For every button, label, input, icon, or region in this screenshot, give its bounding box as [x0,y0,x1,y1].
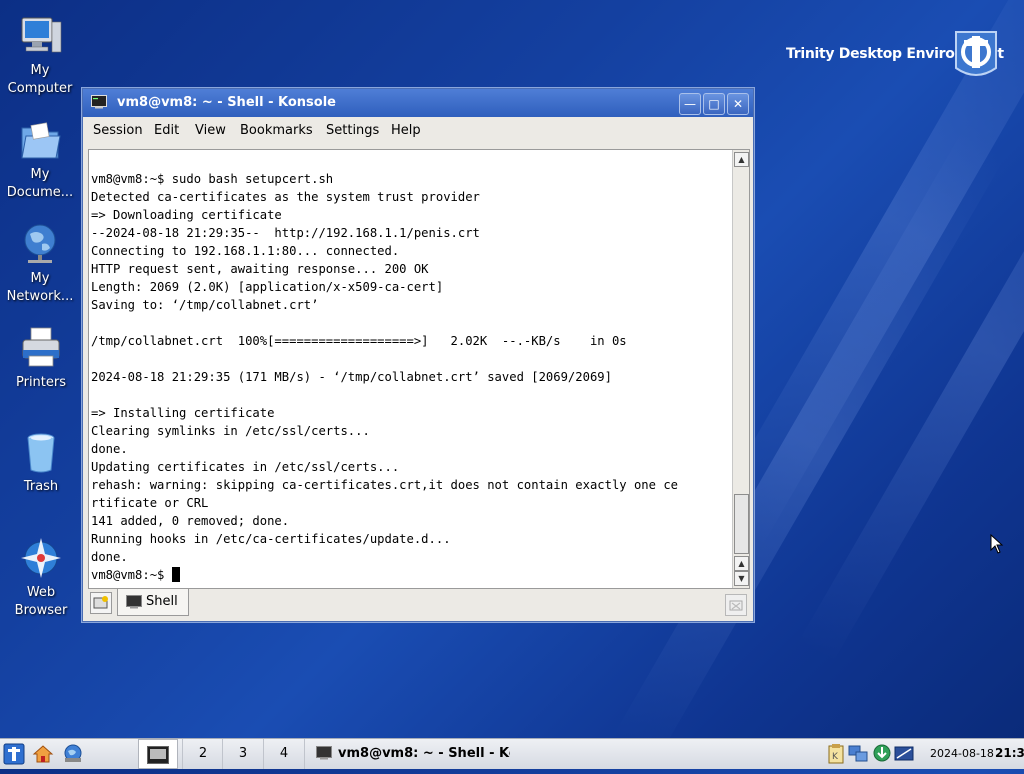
terminal-line: 2024-08-18 21:29:35 (171 MB/s) - ‘/tmp/c… [91,370,612,384]
tab-shell[interactable]: Shell [117,589,189,616]
terminal-area[interactable]: vm8@vm8:~$ sudo bash setupcert.sh Detect… [88,149,750,589]
klipper-tray-icon[interactable]: K [826,743,846,765]
computer-icon [16,14,64,60]
terminal-line: Updating certificates in /etc/ssl/certs.… [91,460,400,474]
scroll-up-button[interactable]: ▲ [734,152,749,167]
network-monitor-icon [64,744,82,762]
menu-settings[interactable]: Settings [326,123,379,138]
text-cursor [171,567,180,582]
wallpaper-streak [709,0,1024,549]
konsole-task-icon [316,746,332,764]
terminal-tab-icon [126,595,142,613]
desktop-icon-label: Computer [7,81,73,96]
menu-edit[interactable]: Edit [154,123,179,138]
scroll-down-button[interactable]: ▼ [734,571,749,586]
desktop-icon-label: Network... [6,289,74,304]
desktop-2-button[interactable]: 2 [182,739,223,769]
desktop-1-button[interactable] [138,739,178,769]
desktop-icon-label: Printers [15,375,67,390]
network-tray-icon[interactable] [848,743,868,765]
window-title: vm8@vm8: ~ - Shell - Konsole [117,95,336,110]
tab-label: Shell [146,594,178,609]
vertical-scrollbar[interactable]: ▲ ▲ ▼ [732,150,749,588]
terminal-line: Saving to: ‘/tmp/collabnet.crt’ [91,298,319,312]
trinity-logo-icon [952,28,1000,82]
mouse-pointer-icon [990,533,1004,558]
terminal-line: rtificate or CRL [91,496,209,510]
terminal-line: => Downloading certificate [91,208,282,222]
desktop-icon-printers[interactable]: Printers [1,326,81,392]
terminal-line: vm8@vm8:~$ sudo bash setupcert.sh [91,172,334,186]
minimize-icon: — [684,97,696,111]
menu-help[interactable]: Help [391,123,421,138]
network-globe-icon [16,222,64,268]
menubar: Session Edit View Bookmarks Settings Hel… [83,117,753,143]
desktop-icon-my-computer[interactable]: My Computer [0,14,80,98]
scroll-thumb[interactable] [734,494,749,554]
terminal-line: --2024-08-18 21:29:35-- http://192.168.1… [91,226,480,240]
desktop-icon-label: Browser [14,603,68,618]
terminal-line: HTTP request sent, awaiting response... … [91,262,429,276]
close-session-icon [729,600,743,611]
update-tray-icon[interactable] [872,743,892,765]
terminal-line: Running hooks in /etc/ca-certificates/up… [91,532,451,546]
tde-menu-button[interactable] [3,743,25,765]
terminal-line: /tmp/collabnet.crt 100%[================… [91,334,627,348]
folder-icon [16,118,64,164]
home-icon [32,745,54,763]
maximize-button[interactable]: □ [703,93,725,115]
close-button[interactable]: ✕ [727,93,749,115]
close-icon: ✕ [732,97,744,111]
window-titlebar[interactable]: vm8@vm8: ~ - Shell - Konsole — □ ✕ [83,89,753,117]
home-button[interactable] [32,743,54,765]
menu-bookmarks[interactable]: Bookmarks [240,123,313,138]
konsole-window[interactable]: vm8@vm8: ~ - Shell - Konsole — □ ✕ Sessi… [82,88,754,622]
desktop-4-button[interactable]: 4 [263,739,305,769]
session-tabbar: Shell [83,589,753,621]
task-label: vm8@vm8: ~ - Shell - Konsole [338,746,510,761]
menu-view[interactable]: View [195,123,226,138]
terminal-line: 141 added, 0 removed; done. [91,514,290,528]
close-session-button[interactable] [725,594,747,616]
terminal-line: rehash: warning: skipping ca-certificate… [91,478,678,492]
terminal-line: => Installing certificate [91,406,275,420]
printer-icon [17,326,65,372]
desktop-icon-label: Web [26,585,56,600]
desktop-icon-my-network[interactable]: My Network... [0,222,80,306]
desktop-3-button[interactable]: 3 [222,739,263,769]
terminal-line: done. [91,442,128,456]
konsole-icon [91,95,107,109]
terminal-prompt: vm8@vm8:~$ [91,568,172,582]
scroll-up-button-lower[interactable]: ▲ [734,556,749,571]
display-tray-icon[interactable] [894,743,914,765]
terminal-line: Length: 2069 (2.0K) [application/x-x509-… [91,280,444,294]
clock-time[interactable]: 21:30 [995,746,1024,760]
terminal-line: Connecting to 192.168.1.1:80... connecte… [91,244,400,258]
desktop-preview-icon [147,746,169,764]
desktop-icon-my-documents[interactable]: My Docume... [0,118,80,202]
web-browser-icon [17,536,65,582]
desktop-icon-label: My [30,271,50,286]
desktop-icon-label: Trash [23,479,59,494]
terminal-line: done. [91,550,128,564]
menu-session[interactable]: Session [93,123,143,138]
minimize-button[interactable]: — [679,93,701,115]
trash-icon [17,430,65,476]
network-button[interactable] [62,743,84,765]
new-session-icon [93,596,108,609]
taskbar-item-konsole[interactable]: vm8@vm8: ~ - Shell - Konsole [306,739,512,769]
desktop-icon-label: My [30,167,50,182]
clock-date: 2024-08-18 [930,747,994,760]
terminal-output: vm8@vm8:~$ sudo bash setupcert.sh Detect… [91,170,678,584]
desktop-icon-trash[interactable]: Trash [1,430,81,496]
desktop-icon-label: My [30,63,50,78]
tde-menu-icon [3,743,25,765]
terminal-line: Detected ca-certificates as the system t… [91,190,480,204]
new-session-button[interactable] [90,592,112,614]
desktop-icon-label: Docume... [6,185,74,200]
taskbar: 2 3 4 vm8@vm8: ~ - Shell - Konsole K [0,738,1024,769]
terminal-line: Clearing symlinks in /etc/ssl/certs... [91,424,370,438]
desktop-icon-web-browser[interactable]: Web Browser [1,536,81,620]
maximize-icon: □ [708,97,720,111]
